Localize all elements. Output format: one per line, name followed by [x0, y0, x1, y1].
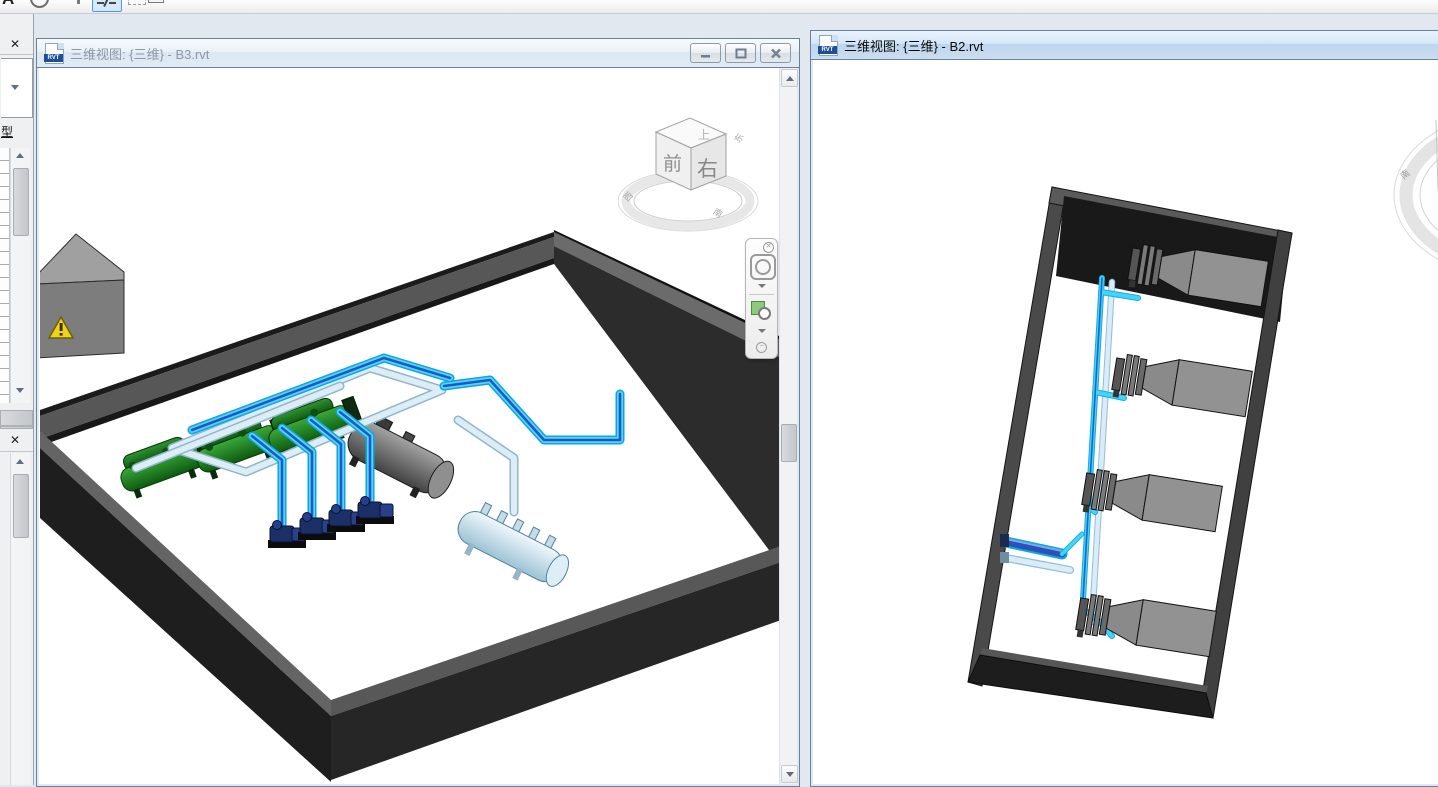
navbar-close-icon[interactable]: ✕: [763, 242, 774, 253]
divider: [0, 451, 33, 452]
scroll-down-icon[interactable]: [16, 388, 24, 393]
3d-view-canvas-b3[interactable]: 西 南 东 上 前 右 ✕ −: [40, 68, 779, 784]
view-window-b2[interactable]: RVT 三维视图: {三维} - B2.rvt: [810, 30, 1438, 787]
scroll-up-button[interactable]: [781, 69, 798, 87]
browser-scrollbar[interactable]: [10, 453, 30, 785]
align-tool-icon[interactable]: [92, 0, 122, 12]
pipe-end-cap: [1000, 552, 1009, 563]
room-walls[interactable]: [40, 230, 779, 782]
fan-unit-3[interactable]: [1081, 465, 1223, 533]
close-icon: [770, 48, 782, 59]
minimize-button[interactable]: [690, 43, 721, 63]
properties-panel-close-button[interactable]: ✕: [7, 37, 23, 51]
wheel-options-chevron-icon[interactable]: [758, 284, 766, 288]
fan-room-3d-scene: 南: [814, 60, 1438, 784]
pump-group[interactable]: [268, 497, 394, 549]
gray-block-mass[interactable]: [40, 234, 124, 358]
chevron-down-icon: [11, 85, 19, 90]
rvt-file-icon: RVT: [819, 35, 838, 56]
window-title: 三维视图: {三维} - B2.rvt: [844, 36, 983, 55]
scrollbar-thumb[interactable]: [781, 424, 797, 462]
scroll-up-icon[interactable]: [16, 459, 24, 464]
ribbon-strip: A ✕ ↵: [0, 0, 1438, 14]
steering-wheel-icon[interactable]: [750, 254, 776, 280]
magnifier-icon[interactable]: [758, 307, 771, 320]
viewcube-compass-partial[interactable]: 南: [1394, 112, 1438, 278]
delete-constraint-icon[interactable]: ✕: [128, 0, 146, 5]
window-titlebar[interactable]: RVT 三维视图: {三维} - B2.rvt: [811, 31, 1438, 60]
divider: [0, 54, 33, 55]
view-window-b3[interactable]: RVT 三维视图: {三维} - B3.rvt: [36, 38, 800, 787]
restore-icon: [735, 48, 747, 59]
scrollbar-thumb[interactable]: [13, 168, 29, 236]
navbar-collapse-icon[interactable]: −: [756, 342, 767, 353]
view-vertical-scrollbar[interactable]: [779, 68, 797, 784]
scrollbar-thumb[interactable]: [13, 474, 29, 538]
properties-scrollbar[interactable]: [10, 148, 30, 403]
browser-panel-close-button[interactable]: ✕: [7, 433, 23, 447]
type-selector-dropdown[interactable]: [1, 58, 33, 118]
minimize-icon: [700, 48, 712, 58]
pin-tool-icon[interactable]: [74, 0, 83, 13]
restore-button[interactable]: [725, 43, 756, 63]
sync-tool-icon[interactable]: [30, 0, 49, 8]
divider: [749, 294, 774, 295]
compass-label-east[interactable]: 东: [732, 131, 746, 144]
panel-divider: [0, 425, 33, 427]
window-titlebar[interactable]: RVT 三维视图: {三维} - B3.rvt: [37, 39, 799, 68]
viewcube-front-label: 前: [663, 153, 682, 175]
window-title: 三维视图: {三维} - B3.rvt: [70, 44, 209, 63]
3d-view-canvas-b2[interactable]: 南: [814, 60, 1438, 784]
fan-unit-4[interactable]: [1075, 590, 1217, 658]
pipe-end-cap: [1000, 534, 1009, 547]
text-tool-icon[interactable]: A: [2, 0, 14, 13]
viewcube[interactable]: 西 南 东 上 前 右: [618, 112, 764, 237]
viewcube-top-label: 上: [698, 128, 710, 142]
fan-unit-2[interactable]: [1111, 350, 1253, 418]
paste-tool-icon[interactable]: ↵: [148, 0, 164, 3]
property-grid-edge: [0, 148, 10, 403]
left-dock-panels: ✕ 型 ✕: [0, 13, 34, 785]
scroll-down-button[interactable]: [781, 765, 798, 783]
scroll-up-icon[interactable]: [16, 153, 24, 158]
close-button[interactable]: [760, 43, 791, 63]
navigation-bar[interactable]: ✕ −: [745, 238, 778, 359]
zoom-options-chevron-icon[interactable]: [758, 329, 766, 333]
edit-type-link[interactable]: 型: [1, 123, 13, 140]
rvt-file-icon: RVT: [45, 43, 64, 64]
viewcube-right-label: 右: [697, 158, 718, 181]
